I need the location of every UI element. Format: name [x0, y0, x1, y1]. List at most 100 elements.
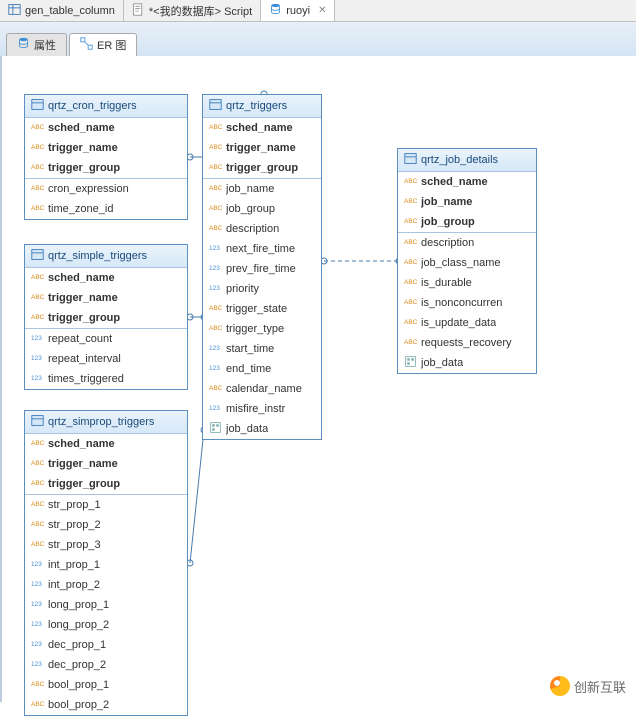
sub-tab-bar: 属性ER 图 — [0, 22, 636, 56]
pk-column[interactable]: ABCsched_name — [25, 434, 187, 454]
column[interactable]: 123int_prop_2 — [25, 575, 187, 595]
column[interactable]: 123dec_prop_1 — [25, 635, 187, 655]
column[interactable]: 123int_prop_1 — [25, 555, 187, 575]
column[interactable]: ABCcalendar_name — [203, 379, 321, 399]
pk-column[interactable]: ABCtrigger_name — [25, 138, 187, 158]
column[interactable]: 123prev_fire_time — [203, 259, 321, 279]
column[interactable]: ABCjob_group — [203, 199, 321, 219]
column[interactable]: ABCtime_zone_id — [25, 199, 187, 219]
pk-column[interactable]: ABCsched_name — [398, 172, 536, 192]
entity-cron[interactable]: qrtz_cron_triggersABCsched_nameABCtrigge… — [24, 94, 188, 220]
type-abc-icon: ABC — [31, 697, 44, 713]
entity-simprop[interactable]: qrtz_simprop_triggersABCsched_nameABCtri… — [24, 410, 188, 716]
column[interactable]: ABCstr_prop_2 — [25, 515, 187, 535]
svg-text:ABC: ABC — [31, 274, 44, 281]
top-tab-0[interactable]: gen_table_column — [0, 0, 124, 21]
column[interactable]: job_data — [203, 419, 321, 439]
type-abc-icon: ABC — [31, 456, 44, 472]
svg-text:ABC: ABC — [404, 319, 417, 326]
column-name: cron_expression — [48, 183, 129, 195]
pk-column[interactable]: ABCsched_name — [25, 118, 187, 138]
entity-header[interactable]: qrtz_cron_triggers — [25, 95, 187, 118]
type-num-icon: 123 — [209, 341, 222, 357]
entity-triggers[interactable]: qrtz_triggers ABCsched_nameABCtrigger_nam… — [202, 94, 322, 440]
entity-jobdetails[interactable]: qrtz_job_detailsABCsched_nameABCjob_name… — [397, 148, 537, 374]
pk-column[interactable]: ABCtrigger_name — [25, 454, 187, 474]
svg-text:ABC: ABC — [31, 541, 44, 548]
pk-column[interactable]: ABCtrigger_name — [25, 288, 187, 308]
column[interactable]: ABCstr_prop_1 — [25, 495, 187, 515]
top-tab-2[interactable]: ruoyi✕ — [261, 0, 335, 21]
entity-header[interactable]: qrtz_simprop_triggers — [25, 411, 187, 434]
column[interactable]: ABCjob_class_name — [398, 253, 536, 273]
pk-column[interactable]: ABCsched_name — [25, 268, 187, 288]
column[interactable]: ABC is_update_data — [398, 313, 536, 333]
type-blob-icon — [209, 421, 222, 437]
pk-column[interactable]: ABCjob_group — [398, 212, 536, 232]
column[interactable]: 123repeat_interval — [25, 349, 187, 369]
column[interactable]: ABCbool_prop_2 — [25, 695, 187, 715]
entity-simple[interactable]: qrtz_simple_triggersABCsched_nameABCtrig… — [24, 244, 188, 390]
top-tab-1[interactable]: *<我的数据库> Script — [124, 0, 261, 21]
column[interactable]: 123times_triggered — [25, 369, 187, 389]
column[interactable]: ABCis_durable — [398, 273, 536, 293]
er-canvas[interactable]: qrtz_cron_triggersABCsched_nameABCtrigge… — [0, 56, 636, 702]
svg-text:ABC: ABC — [209, 325, 222, 332]
column[interactable]: 123long_prop_1 — [25, 595, 187, 615]
svg-text:123: 123 — [209, 405, 220, 412]
column-name: is_update_data — [421, 317, 496, 329]
svg-text:123: 123 — [31, 561, 42, 568]
pk-column[interactable]: ABCtrigger_group — [203, 158, 321, 178]
column-name: job_group — [226, 203, 275, 215]
column[interactable]: ABCdescription — [203, 219, 321, 239]
entity-header[interactable]: qrtz_simple_triggers — [25, 245, 187, 268]
column[interactable]: 123priority — [203, 279, 321, 299]
column[interactable]: 123long_prop_2 — [25, 615, 187, 635]
column[interactable]: 123dec_prop_2 — [25, 655, 187, 675]
pk-column[interactable]: ABCjob_name — [398, 192, 536, 212]
column[interactable]: ABCtrigger_state — [203, 299, 321, 319]
pk-column[interactable]: ABCtrigger_group — [25, 474, 187, 494]
type-abc-icon: ABC — [209, 181, 222, 197]
pk-column[interactable]: ABCtrigger_name — [203, 138, 321, 158]
type-num-icon: 123 — [31, 331, 44, 347]
column[interactable]: ABCjob_name — [203, 179, 321, 199]
column-name: job_class_name — [421, 257, 501, 269]
column[interactable]: 123misfire_instr — [203, 399, 321, 419]
close-icon[interactable]: ✕ — [318, 5, 326, 16]
column[interactable]: ABCis_nonconcurren — [398, 293, 536, 313]
column[interactable]: ABCdescription — [398, 233, 536, 253]
pk-column[interactable]: ABCtrigger_group — [25, 308, 187, 328]
watermark-logo-icon — [550, 676, 570, 696]
type-abc-icon: ABC — [31, 270, 44, 286]
type-num-icon: 123 — [209, 401, 222, 417]
column-name: bool_prop_1 — [48, 679, 109, 691]
column-name: str_prop_1 — [48, 499, 101, 511]
svg-text:ABC: ABC — [209, 144, 222, 151]
column[interactable]: 123repeat_count — [25, 329, 187, 349]
column[interactable]: 123next_fire_time — [203, 239, 321, 259]
column[interactable]: ABCtrigger_type — [203, 319, 321, 339]
entity-header[interactable]: qrtz_job_details — [398, 149, 536, 172]
column[interactable]: ABCbool_prop_1 — [25, 675, 187, 695]
column[interactable]: ABCcron_expression — [25, 179, 187, 199]
sub-tab-1[interactable]: ER 图 — [69, 33, 137, 56]
pk-column[interactable]: ABCsched_name — [203, 118, 321, 138]
svg-text:123: 123 — [209, 245, 220, 252]
pk-column[interactable]: ABCtrigger_group — [25, 158, 187, 178]
column[interactable]: ABCstr_prop_3 — [25, 535, 187, 555]
column-name: job_data — [421, 357, 463, 369]
type-num-icon: 123 — [31, 637, 44, 653]
column[interactable]: 123start_time — [203, 339, 321, 359]
entity-header[interactable]: qrtz_triggers — [203, 95, 321, 118]
column[interactable]: job_data — [398, 353, 536, 373]
sub-tab-0[interactable]: 属性 — [6, 33, 67, 56]
column[interactable]: ABCrequests_recovery — [398, 333, 536, 353]
tab-label: gen_table_column — [25, 5, 115, 17]
entity-icon — [31, 98, 44, 114]
type-abc-icon: ABC — [31, 140, 44, 156]
column[interactable]: 123end_time — [203, 359, 321, 379]
watermark-text: 创新互联 — [574, 677, 626, 696]
svg-text:ABC: ABC — [404, 279, 417, 286]
entity-title: qrtz_triggers — [226, 100, 287, 112]
